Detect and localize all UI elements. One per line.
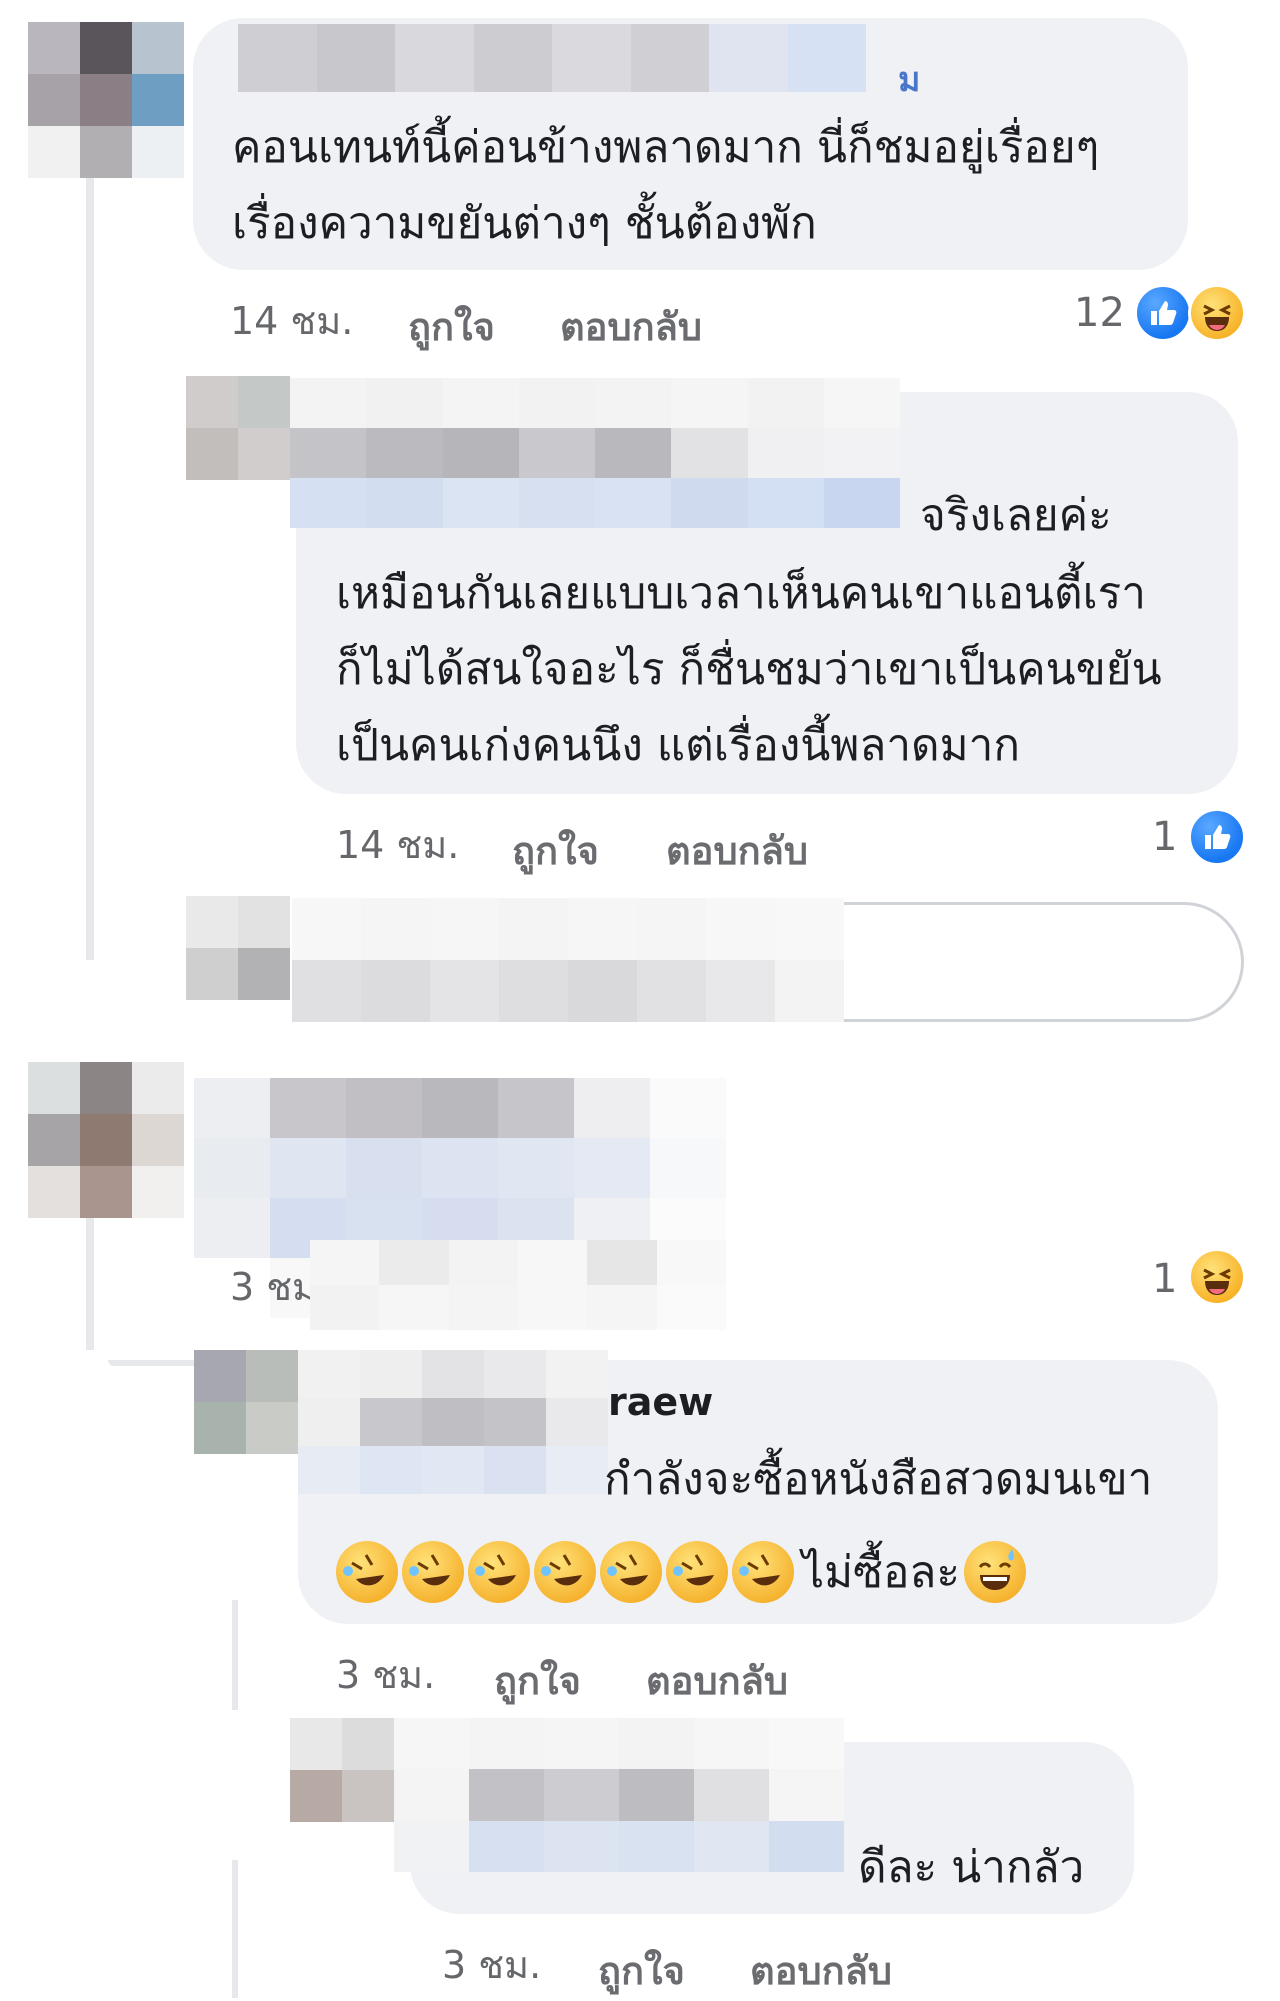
comment-meta: 3 ชม. ถูกใจ ตอบกลับ (336, 1644, 936, 1703)
avatar[interactable] (28, 22, 184, 178)
haha-icon (1188, 1248, 1246, 1306)
sweat-smile-emoji-icon (964, 1541, 1027, 1603)
comment-time[interactable]: 3 ชม. (442, 1934, 541, 1995)
reaction-count[interactable]: 12 (1074, 290, 1125, 336)
rofl-emoji-icon (336, 1541, 398, 1603)
rofl-emoji-icon (402, 1541, 464, 1603)
comment-meta: 14 ชม. ถูกใจ ตอบกลับ (336, 814, 936, 873)
rofl-emoji-icon (666, 1541, 728, 1603)
author-name[interactable] (394, 1718, 844, 1872)
like-button[interactable]: ถูกใจ (408, 296, 495, 357)
author-name[interactable] (298, 1350, 608, 1494)
thread-line (108, 1360, 198, 1366)
comment-text: ดีละ น่ากลัว (858, 1842, 1085, 1893)
avatar[interactable] (290, 1718, 394, 1822)
like-button[interactable]: ถูกใจ (598, 1940, 685, 2001)
author-name[interactable] (238, 24, 866, 92)
haha-icon (1188, 284, 1246, 342)
comment-text: เหมือนกันเลยแบบเวลาเห็นคนเขาแอนตี้เรา (336, 568, 1146, 619)
comment-text: เป็นคนเก่งคนนึง แต่เรื่องนี้พลาดมาก (336, 720, 1020, 771)
reply-input-placeholder (292, 898, 844, 1022)
rofl-emoji-icon (468, 1541, 530, 1603)
avatar[interactable] (194, 1350, 298, 1454)
comment-meta: 14 ชม. ถูกใจ ตอบกลับ (230, 290, 830, 349)
comment-time[interactable]: 3 ชม. (336, 1644, 435, 1705)
rofl-emoji-icon (732, 1541, 794, 1603)
avatar[interactable] (186, 376, 290, 480)
avatar[interactable] (28, 1062, 184, 1218)
rofl-emoji-icon (600, 1541, 662, 1603)
comment-time[interactable]: 14 ชม. (336, 814, 459, 875)
thread-line (232, 1600, 238, 1710)
thread-line (86, 130, 94, 960)
like-button[interactable]: ถูกใจ (494, 1650, 581, 1711)
comment-text: คอนเทนท์นี้ค่อนข้างพลาดมาก นี่ก็ชมอยู่เร… (232, 122, 1100, 173)
reply-button[interactable]: ตอบกลับ (560, 296, 702, 357)
comment-time[interactable]: 14 ชม. (230, 290, 353, 351)
comment-text: กำลังจะซื้อหนังสือสวดมนเขา (604, 1454, 1153, 1505)
comment-meta: 3 ชม. ถูกใจ ตอบกลับ (442, 1934, 1042, 1993)
reaction-count[interactable]: 1 (1152, 814, 1177, 860)
reaction-count[interactable]: 1 (1152, 1256, 1177, 1302)
reply-button[interactable]: ตอบกลับ (646, 1650, 788, 1711)
comment-text: ก็ไม่ได้สนใจอะไร ก็ชื่นชมว่าเขาเป็นคนขยั… (336, 644, 1162, 695)
comment-text: จริงเลยค่ะ (920, 490, 1112, 541)
avatar[interactable] (186, 896, 290, 1000)
like-icon (1134, 284, 1192, 342)
like-icon (1188, 808, 1246, 866)
thread-line (86, 1200, 94, 1350)
author-name-suffix[interactable]: raew (608, 1380, 713, 1424)
comment-text: เรื่องความขยันต่างๆ ชั้นต้องพัก (232, 198, 817, 249)
reply-button[interactable]: ตอบกลับ (666, 820, 808, 881)
reply-button[interactable]: ตอบกลับ (750, 1940, 892, 2001)
comment-text: ไม่ซื้อละ (802, 1547, 961, 1598)
author-name-suffix[interactable]: ม (898, 52, 920, 106)
thread-line (232, 1860, 238, 1998)
like-button[interactable]: ถูกใจ (512, 820, 599, 881)
comment-time[interactable]: 3 ชม (230, 1256, 317, 1317)
blurred-overlay (310, 1240, 726, 1330)
author-name[interactable] (290, 378, 900, 528)
emoji-row: ไม่ซื้อละ (336, 1534, 1030, 1610)
rofl-emoji-icon (534, 1541, 596, 1603)
